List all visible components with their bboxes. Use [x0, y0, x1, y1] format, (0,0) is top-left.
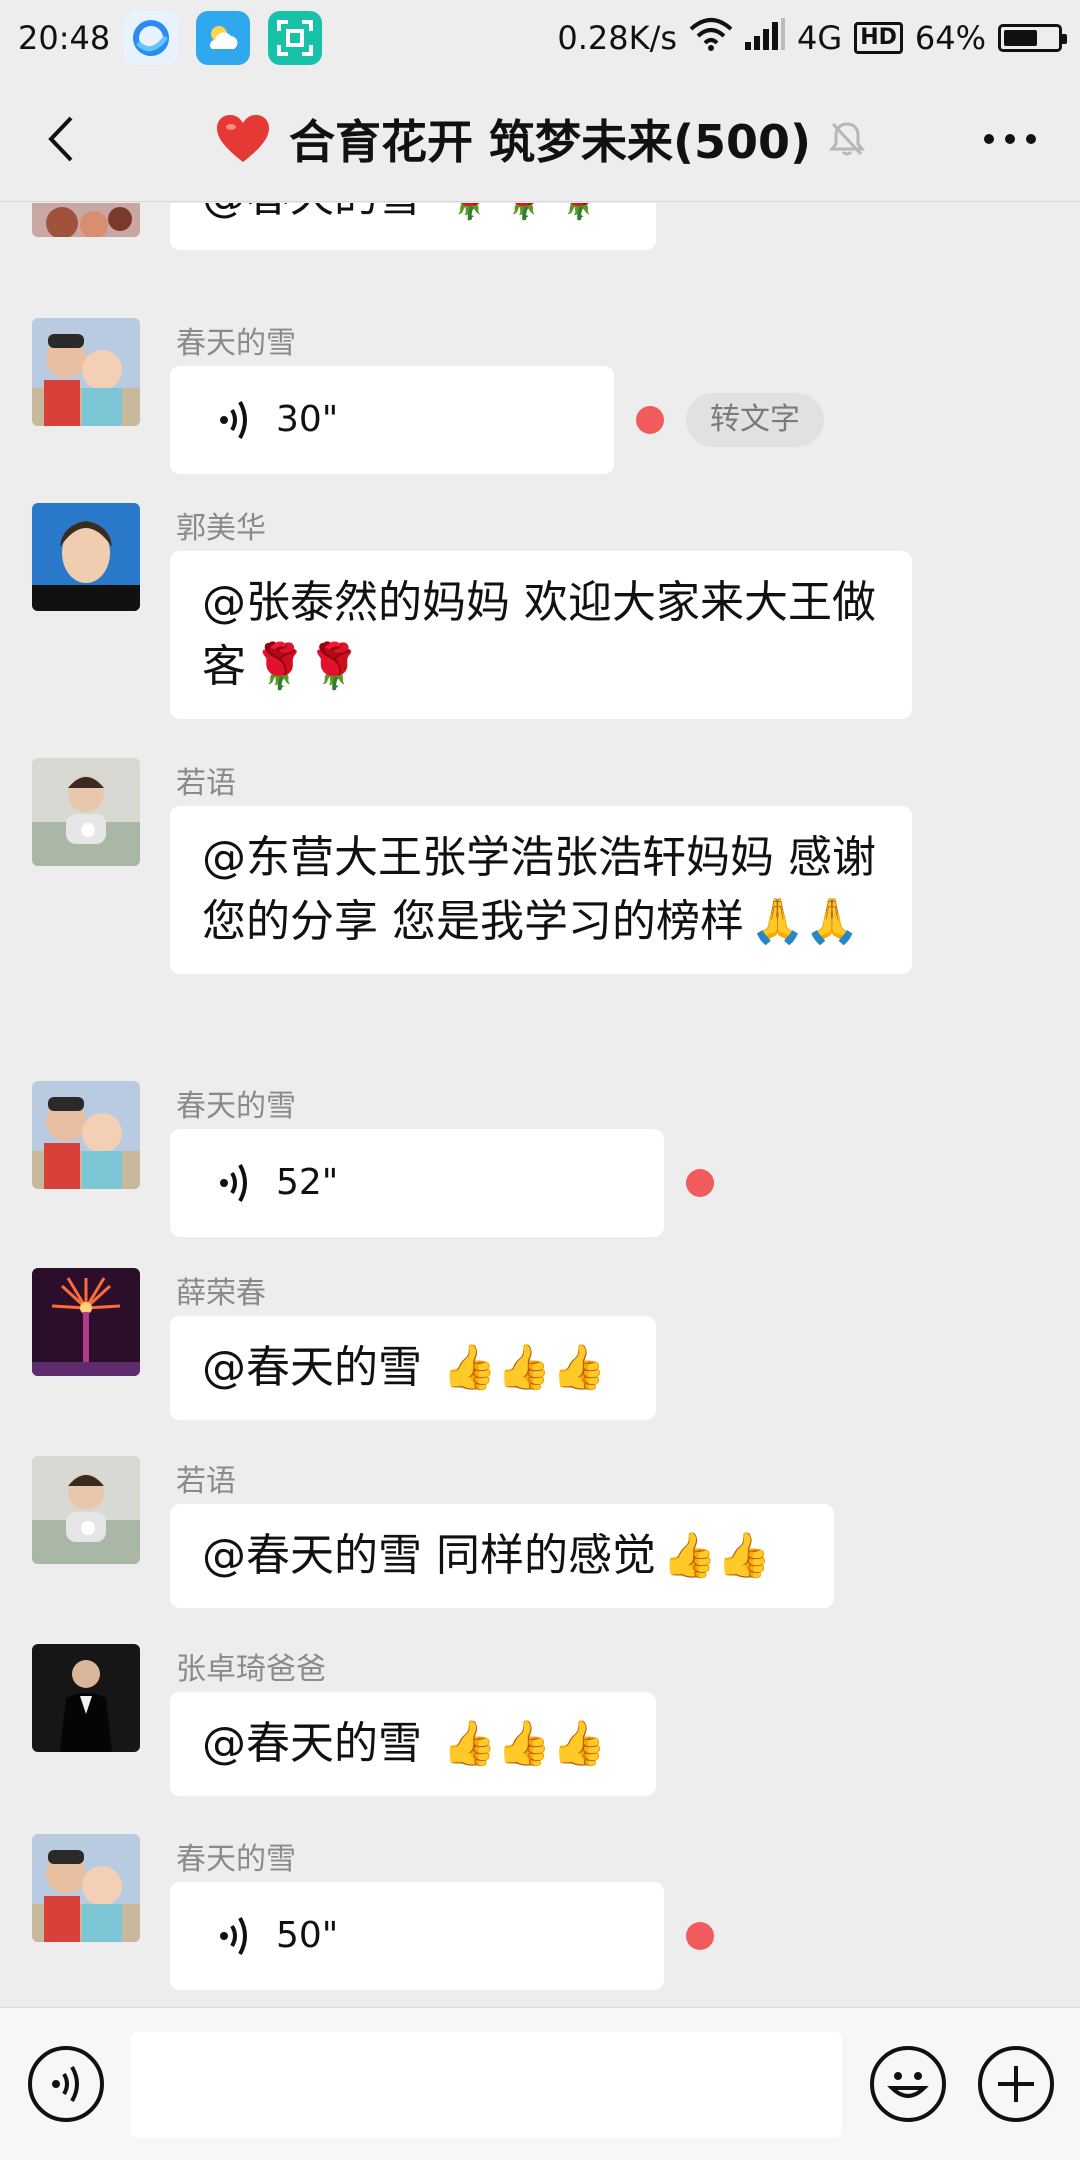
page-title: 合育花开 筑梦未来(500) [288, 115, 812, 169]
chat-header: 合育花开 筑梦未来(500) [0, 76, 1080, 202]
sender-name: 春天的雪 [176, 1089, 296, 1124]
avatar[interactable] [32, 1081, 140, 1189]
message-bubble[interactable]: @春天的雪 👍👍👍 [170, 1316, 656, 1420]
weather-app-icon [196, 11, 251, 65]
avatar[interactable] [32, 203, 140, 237]
unread-dot [686, 1922, 714, 1950]
battery-icon [998, 24, 1067, 52]
message-bubble[interactable]: @张泰然的妈妈 欢迎大家来大王做客 🌹🌹 [170, 551, 912, 719]
more-dots-icon [984, 134, 1036, 144]
sender-name: 若语 [176, 1464, 236, 1499]
mute-bell-icon [829, 122, 866, 156]
avatar[interactable] [32, 1456, 140, 1564]
voice-icon [52, 2065, 79, 2103]
network-type: 4G [797, 19, 843, 57]
convert-to-text-button[interactable]: 转文字 [686, 393, 824, 447]
hd-icon: HD [854, 22, 903, 54]
message-bubble[interactable]: @春天的雪 👍👍👍 [170, 1692, 656, 1796]
avatar[interactable] [32, 318, 140, 426]
unread-dot [686, 1169, 714, 1197]
voice-message-bubble[interactable]: 52" [170, 1129, 664, 1237]
sender-name: 郭美华 [176, 511, 266, 546]
message-bubble[interactable]: @春天的雪 同样的感觉 👍👍 [170, 1504, 834, 1608]
voice-message-bubble[interactable]: 50" [170, 1882, 664, 1990]
sender-name: 薛荣春 [176, 1276, 266, 1311]
voice-message-bubble[interactable]: 30" [170, 366, 614, 474]
heart-icon [216, 115, 269, 162]
plus-button[interactable] [978, 2046, 1054, 2122]
browser-app-icon [124, 11, 179, 65]
status-bar: 20:48 0.28K/s 4G HD 64% [0, 0, 1080, 76]
message-bubble[interactable]: @春天的雪 🌹🌹🌹 [170, 203, 656, 250]
avatar[interactable] [32, 503, 140, 611]
voice-wave-icon [220, 401, 247, 439]
emoji-button[interactable] [870, 2046, 946, 2122]
voice-wave-icon [220, 1164, 247, 1202]
voice-duration: 30" [276, 399, 339, 440]
more-options-button[interactable] [980, 116, 1040, 162]
input-bar [0, 2007, 1080, 2160]
message-list[interactable]: @春天的雪 🌹🌹🌹 春天的雪 30" 转文字 郭美华 @张泰然的妈妈 欢迎大家来… [0, 203, 1080, 2007]
voice-duration: 52" [276, 1162, 339, 1203]
voice-wave-icon [220, 1917, 247, 1955]
net-speed: 0.28K/s [557, 19, 678, 57]
wifi-icon [689, 17, 733, 59]
message-input[interactable] [130, 2032, 842, 2138]
sender-name: 春天的雪 [176, 326, 296, 361]
battery-percent: 64% [914, 19, 986, 57]
signal-icon [745, 18, 786, 58]
avatar[interactable] [32, 1644, 140, 1752]
unread-dot [636, 406, 664, 434]
sender-name: 若语 [176, 766, 236, 801]
avatar[interactable] [32, 1268, 140, 1376]
voice-input-button[interactable] [28, 2046, 104, 2122]
message-bubble[interactable]: @东营大王张学浩张浩轩妈妈 感谢您的分享 您是我学习的榜样 🙏🙏 [170, 806, 912, 974]
emoji-icon [887, 2072, 929, 2098]
avatar[interactable] [32, 1834, 140, 1942]
sender-name: 春天的雪 [176, 1842, 296, 1877]
plus-icon [998, 2066, 1034, 2102]
status-time: 20:48 [18, 19, 111, 57]
voice-duration: 50" [276, 1915, 339, 1956]
sender-name: 张卓琦爸爸 [176, 1652, 326, 1687]
avatar[interactable] [32, 758, 140, 866]
scan-app-icon [268, 11, 323, 65]
